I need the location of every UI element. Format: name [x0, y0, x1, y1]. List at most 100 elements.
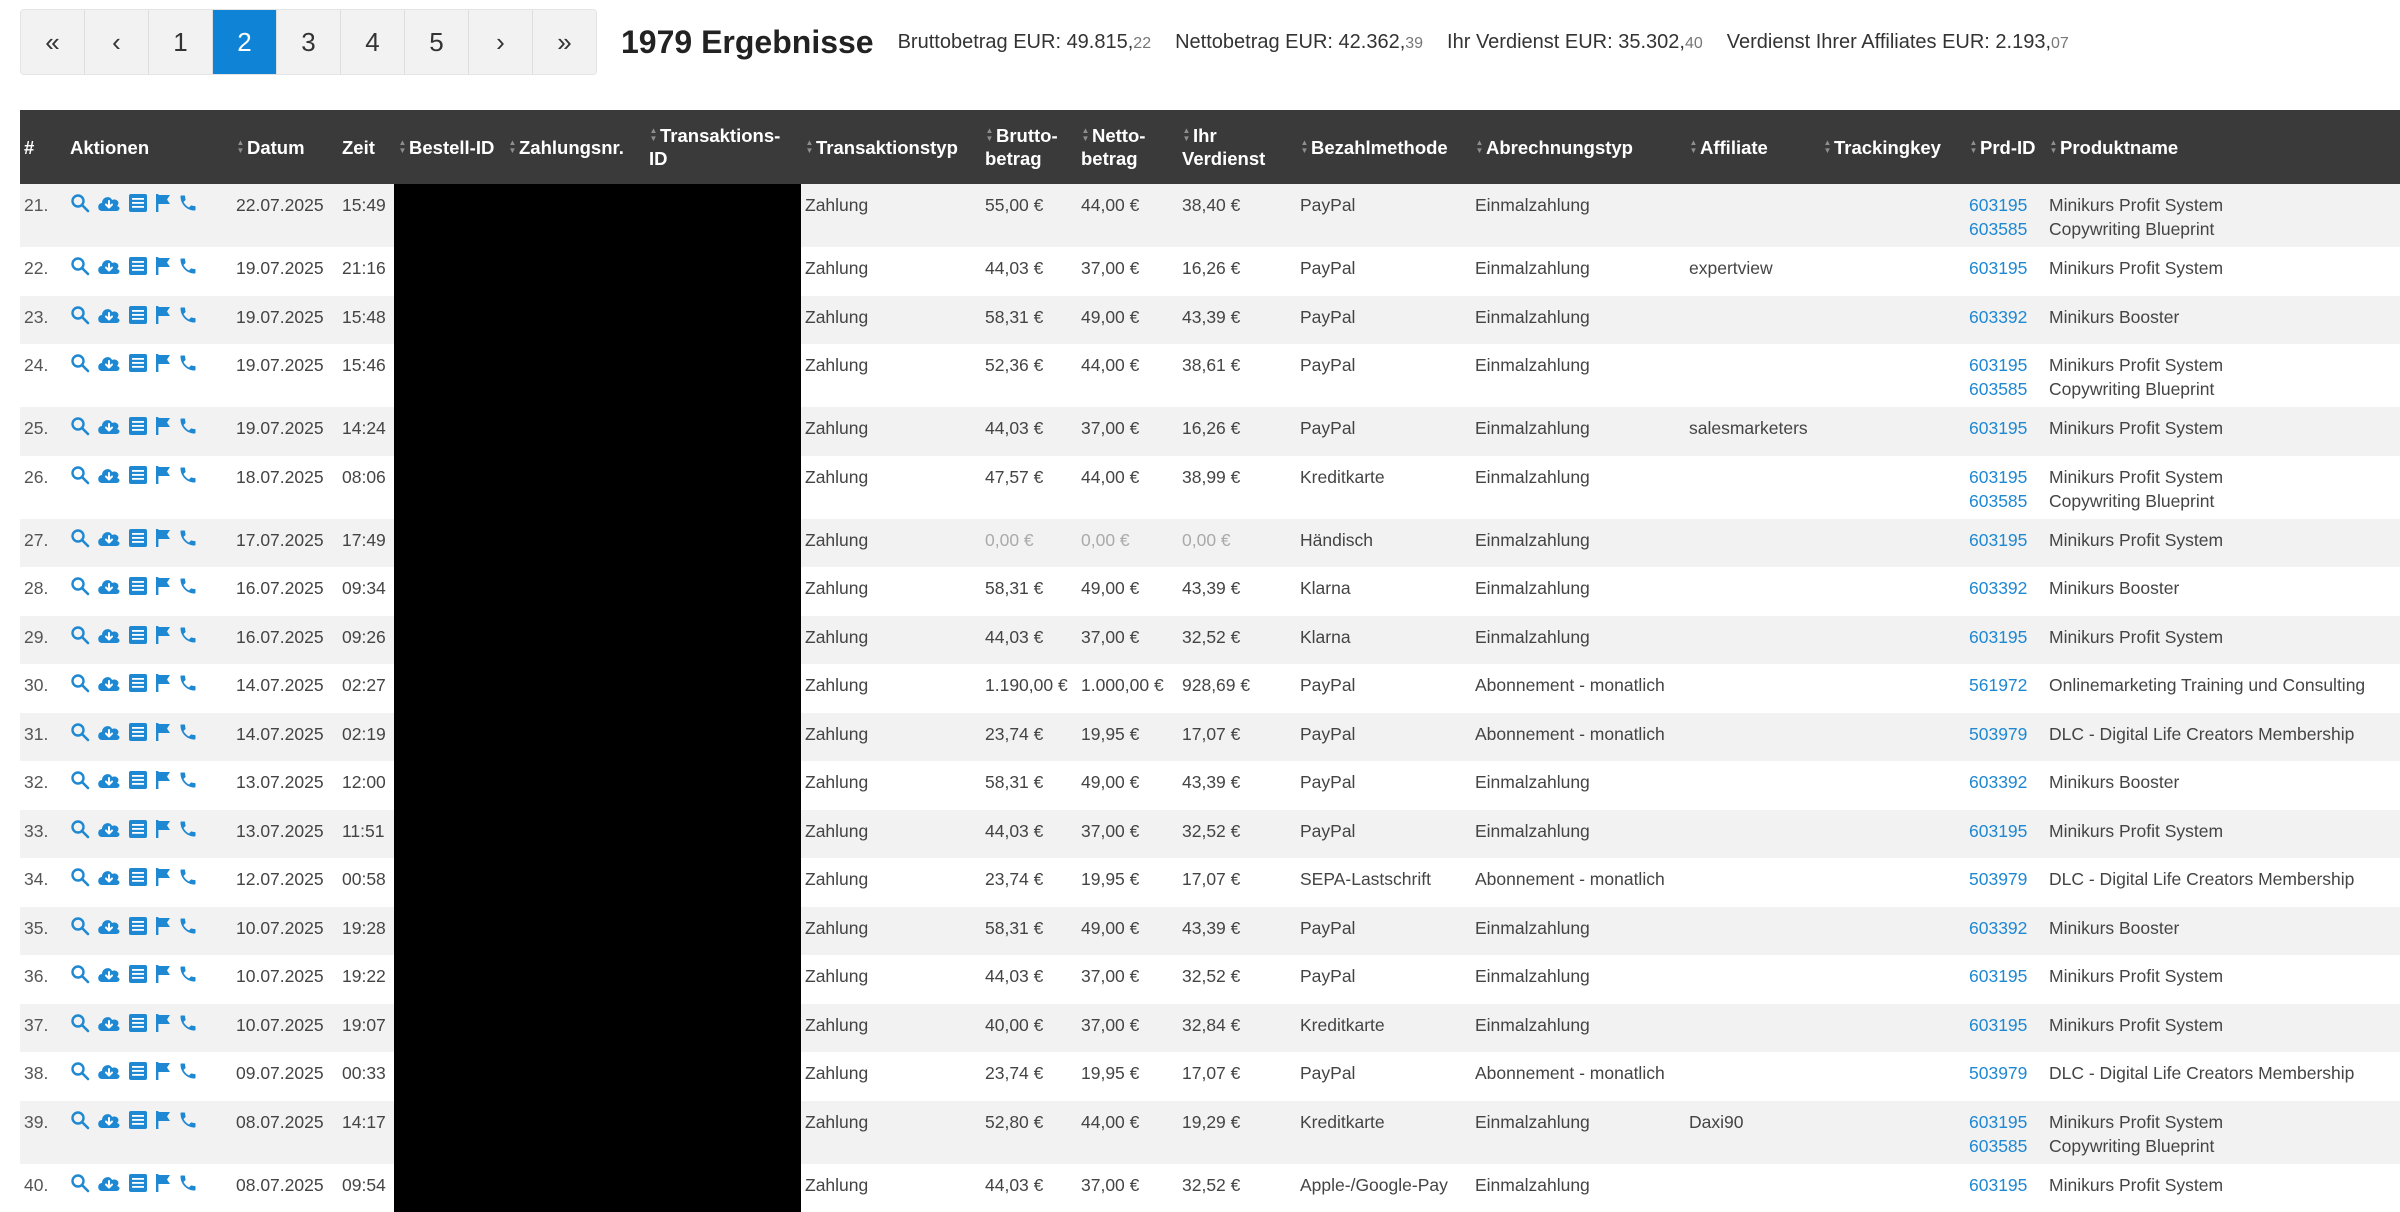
product-id-link[interactable]: 603195 — [1969, 353, 2041, 377]
cloud-download-icon[interactable] — [96, 193, 122, 213]
search-icon[interactable] — [70, 964, 90, 984]
product-id-link[interactable]: 603195 — [1969, 964, 2041, 988]
column-header-payment_no[interactable]: ▲▼Zahlungsnr. — [504, 110, 645, 184]
search-icon[interactable] — [70, 916, 90, 936]
phone-icon[interactable] — [178, 770, 198, 790]
list-icon[interactable] — [128, 1173, 148, 1193]
product-id-link[interactable]: 603195 — [1969, 256, 2041, 280]
cloud-download-icon[interactable] — [96, 673, 122, 693]
flag-icon[interactable] — [154, 673, 172, 693]
column-header-tracking_key[interactable]: ▲▼Trackingkey — [1819, 110, 1965, 184]
search-icon[interactable] — [70, 256, 90, 276]
product-id-link[interactable]: 603195 — [1969, 528, 2041, 552]
search-icon[interactable] — [70, 528, 90, 548]
flag-icon[interactable] — [154, 770, 172, 790]
list-icon[interactable] — [128, 1110, 148, 1130]
flag-icon[interactable] — [154, 353, 172, 373]
product-id-link[interactable]: 503979 — [1969, 867, 2041, 891]
phone-icon[interactable] — [178, 576, 198, 596]
flag-icon[interactable] — [154, 916, 172, 936]
cloud-download-icon[interactable] — [96, 1013, 122, 1033]
cloud-download-icon[interactable] — [96, 256, 122, 276]
search-icon[interactable] — [70, 305, 90, 325]
flag-icon[interactable] — [154, 305, 172, 325]
flag-icon[interactable] — [154, 1110, 172, 1130]
product-id-link[interactable]: 603195 — [1969, 465, 2041, 489]
list-icon[interactable] — [128, 722, 148, 742]
product-id-link[interactable]: 603392 — [1969, 305, 2041, 329]
list-icon[interactable] — [128, 576, 148, 596]
flag-icon[interactable] — [154, 256, 172, 276]
product-id-link[interactable]: 561972 — [1969, 673, 2041, 697]
list-icon[interactable] — [128, 465, 148, 485]
column-header-product_name[interactable]: ▲▼Produktname — [2045, 110, 2400, 184]
phone-icon[interactable] — [178, 722, 198, 742]
search-icon[interactable] — [70, 1110, 90, 1130]
search-icon[interactable] — [70, 673, 90, 693]
cloud-download-icon[interactable] — [96, 722, 122, 742]
column-header-transaction_type[interactable]: ▲▼Transaktionstyp — [801, 110, 981, 184]
product-id-link[interactable]: 603392 — [1969, 770, 2041, 794]
list-icon[interactable] — [128, 819, 148, 839]
phone-icon[interactable] — [178, 867, 198, 887]
page-3-button[interactable]: 3 — [277, 10, 341, 74]
phone-icon[interactable] — [178, 1173, 198, 1193]
column-header-product_id[interactable]: ▲▼Prd-ID — [1965, 110, 2045, 184]
cloud-download-icon[interactable] — [96, 465, 122, 485]
product-id-link[interactable]: 603585 — [1969, 489, 2041, 513]
phone-icon[interactable] — [178, 819, 198, 839]
phone-icon[interactable] — [178, 416, 198, 436]
list-icon[interactable] — [128, 770, 148, 790]
product-id-link[interactable]: 603195 — [1969, 1173, 2041, 1197]
flag-icon[interactable] — [154, 964, 172, 984]
phone-icon[interactable] — [178, 528, 198, 548]
page-2-button[interactable]: 2 — [213, 10, 277, 74]
phone-icon[interactable] — [178, 465, 198, 485]
search-icon[interactable] — [70, 465, 90, 485]
column-header-earned[interactable]: ▲▼Ihr Verdienst — [1178, 110, 1296, 184]
cloud-download-icon[interactable] — [96, 1061, 122, 1081]
column-header-net[interactable]: ▲▼Netto-betrag — [1077, 110, 1178, 184]
flag-icon[interactable] — [154, 1013, 172, 1033]
phone-icon[interactable] — [178, 1061, 198, 1081]
search-icon[interactable] — [70, 867, 90, 887]
product-id-link[interactable]: 503979 — [1969, 722, 2041, 746]
cloud-download-icon[interactable] — [96, 528, 122, 548]
product-id-link[interactable]: 603195 — [1969, 416, 2041, 440]
column-header-date[interactable]: ▲▼Datum — [232, 110, 338, 184]
search-icon[interactable] — [70, 576, 90, 596]
cloud-download-icon[interactable] — [96, 916, 122, 936]
product-id-link[interactable]: 603195 — [1969, 193, 2041, 217]
search-icon[interactable] — [70, 416, 90, 436]
column-header-order_id[interactable]: ▲▼Bestell-ID — [394, 110, 504, 184]
search-icon[interactable] — [70, 353, 90, 373]
last-page-button[interactable]: » — [533, 10, 596, 74]
phone-icon[interactable] — [178, 1013, 198, 1033]
product-id-link[interactable]: 603392 — [1969, 916, 2041, 940]
cloud-download-icon[interactable] — [96, 770, 122, 790]
product-id-link[interactable]: 603585 — [1969, 217, 2041, 241]
list-icon[interactable] — [128, 673, 148, 693]
product-id-link[interactable]: 603195 — [1969, 1013, 2041, 1037]
search-icon[interactable] — [70, 819, 90, 839]
product-id-link[interactable]: 603195 — [1969, 819, 2041, 843]
cloud-download-icon[interactable] — [96, 1110, 122, 1130]
page-1-button[interactable]: 1 — [149, 10, 213, 74]
flag-icon[interactable] — [154, 528, 172, 548]
phone-icon[interactable] — [178, 625, 198, 645]
phone-icon[interactable] — [178, 1110, 198, 1130]
flag-icon[interactable] — [154, 576, 172, 596]
cloud-download-icon[interactable] — [96, 867, 122, 887]
column-header-payment_method[interactable]: ▲▼Bezahlmethode — [1296, 110, 1471, 184]
cloud-download-icon[interactable] — [96, 1173, 122, 1193]
next-page-button[interactable]: › — [469, 10, 533, 74]
list-icon[interactable] — [128, 964, 148, 984]
phone-icon[interactable] — [178, 193, 198, 213]
flag-icon[interactable] — [154, 193, 172, 213]
page-5-button[interactable]: 5 — [405, 10, 469, 74]
column-header-gross[interactable]: ▲▼Brutto-betrag — [981, 110, 1077, 184]
search-icon[interactable] — [70, 770, 90, 790]
list-icon[interactable] — [128, 867, 148, 887]
list-icon[interactable] — [128, 416, 148, 436]
flag-icon[interactable] — [154, 625, 172, 645]
